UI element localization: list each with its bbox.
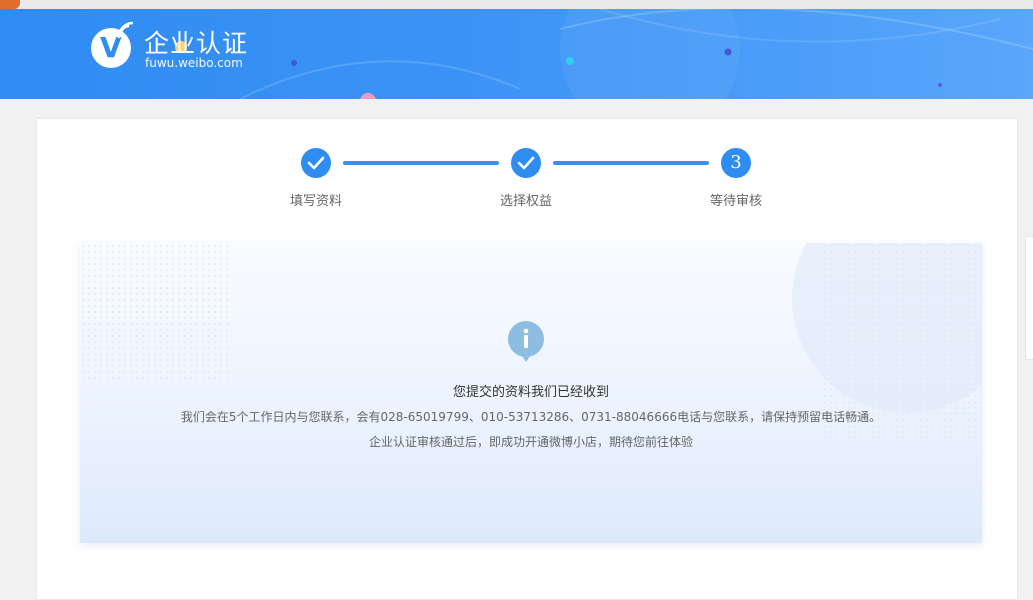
header-banner: V 企业认证 fuwu.weibo.com	[0, 9, 1033, 99]
notice-contact-line: 我们会在5个工作日内与您联系，会有028-65019799、010-537132…	[180, 410, 882, 424]
main-card: 3 填写资料 选择权益 等待审核 您提交的资料我们已经收到 我们会在5个工作日内…	[36, 118, 1018, 600]
checkmark-icon	[517, 156, 535, 170]
browser-corner-tab	[0, 0, 20, 9]
site-domain: fuwu.weibo.com	[145, 56, 243, 70]
notice-followup-line: 企业认证审核通过后，即成功开通微博小店，期待您前往体验	[368, 435, 693, 449]
signal-waves-icon	[117, 21, 134, 39]
weibo-v-logo[interactable]: V	[91, 21, 134, 68]
step-3-current: 3	[721, 148, 751, 178]
step-label-3: 等待审核	[709, 194, 762, 209]
step-3-number: 3	[730, 152, 742, 173]
step-1-done	[301, 148, 331, 178]
side-float-tab[interactable]	[1025, 236, 1033, 360]
info-icon	[508, 321, 544, 362]
step-label-2: 选择权益	[499, 194, 552, 209]
step-label-1: 填写资料	[289, 194, 342, 209]
step-connector-1	[343, 161, 499, 165]
dot-pattern	[80, 243, 230, 383]
notice-title: 您提交的资料我们已经收到	[452, 385, 609, 400]
step-2-done	[511, 148, 541, 178]
step-connector-2	[553, 161, 709, 165]
notice-panel: 您提交的资料我们已经收到 我们会在5个工作日内与您联系，会有028-650197…	[80, 243, 982, 543]
checkmark-icon	[307, 156, 325, 170]
browser-top-strip	[0, 0, 1033, 9]
page-title: 企业认证	[144, 29, 249, 58]
